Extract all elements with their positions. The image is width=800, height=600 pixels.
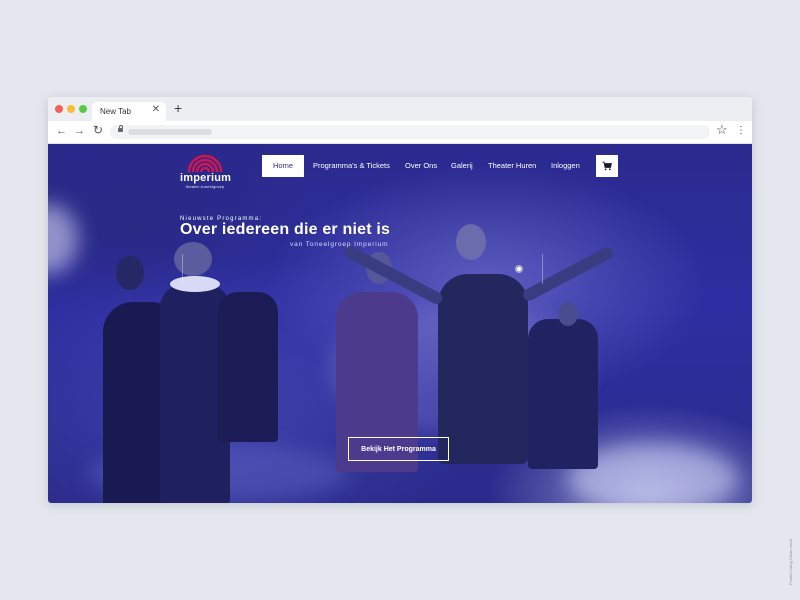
actor-arm (521, 245, 615, 303)
browser-menu-icon[interactable]: ⋮ (736, 125, 746, 137)
main-navigation: Home Programma's & Tickets Over Ons Gale… (48, 155, 752, 177)
stage-light-line (542, 254, 543, 284)
ruff-collar (170, 276, 220, 292)
actor-silhouette (528, 319, 598, 469)
new-tab-button[interactable]: + (174, 101, 182, 115)
actor-head (456, 224, 486, 260)
url-field[interactable] (110, 125, 710, 139)
bookmark-star-icon[interactable]: ☆ (716, 123, 728, 137)
browser-tab[interactable]: New Tab ✕ (92, 102, 166, 121)
cart-icon (602, 161, 612, 171)
hero-title: Over iedereen die er niet is (180, 221, 391, 238)
url-placeholder-bar (128, 129, 212, 135)
actor-head (116, 256, 144, 290)
view-program-button[interactable]: Bekijk Het Programma (348, 437, 449, 461)
lock-icon (118, 125, 123, 132)
stage-light-line (182, 254, 183, 284)
maximize-window-button[interactable] (79, 105, 87, 113)
tab-title: New Tab (100, 107, 131, 116)
nav-item-theater-huren[interactable]: Theater Huren (488, 155, 536, 177)
actor-silhouette (438, 274, 528, 464)
actor-head (558, 302, 578, 326)
logo-tagline: theater-toneelgroep (185, 184, 225, 189)
mockup-credit: Posted Using Clean mock (788, 538, 793, 585)
hero-section: imperium theater-toneelgroep Home Progra… (48, 144, 752, 503)
stage-light-haze (48, 204, 78, 274)
cart-button[interactable] (596, 155, 618, 177)
address-bar: ← → ↻ ☆ ⋮ (48, 121, 752, 144)
nav-item-over-ons[interactable]: Over Ons (405, 155, 437, 177)
nav-item-home[interactable]: Home (262, 155, 304, 177)
actor-head (174, 242, 212, 276)
forward-icon[interactable]: → (74, 125, 85, 137)
tab-bar: New Tab ✕ + (48, 97, 752, 121)
light-cluster-icon (515, 265, 523, 273)
actor-silhouette (218, 292, 278, 442)
browser-window: New Tab ✕ + ← → ↻ ☆ ⋮ imperium theater-t… (48, 97, 752, 503)
close-tab-icon[interactable]: ✕ (152, 105, 160, 115)
reload-icon[interactable]: ↻ (93, 124, 103, 136)
hero-byline: van Toneelgroep Imperium (290, 241, 389, 248)
nav-item-galerij[interactable]: Galerij (451, 155, 473, 177)
nav-item-inloggen[interactable]: Inloggen (551, 155, 580, 177)
back-icon[interactable]: ← (56, 125, 67, 137)
close-window-button[interactable] (55, 105, 63, 113)
nav-item-programmas-tickets[interactable]: Programma's & Tickets (313, 155, 390, 177)
minimize-window-button[interactable] (67, 105, 75, 113)
